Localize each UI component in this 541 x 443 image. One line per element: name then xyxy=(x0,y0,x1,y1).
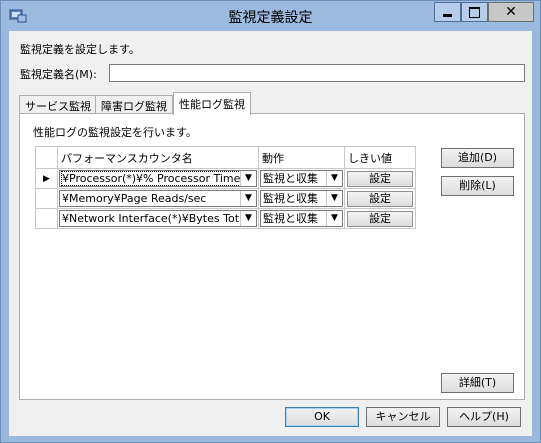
action-value: 監視と収集 xyxy=(263,212,318,225)
monitor-name-label: 監視定義名(M): xyxy=(20,68,97,81)
threshold-settings-button[interactable]: 設定 xyxy=(347,210,413,227)
current-row-arrow-icon: ▶ xyxy=(43,173,50,184)
minimize-button[interactable] xyxy=(434,2,461,22)
action-cell[interactable]: 監視と収集 ▼ xyxy=(258,168,345,189)
table-row[interactable]: ¥Memory¥Page Reads/sec ▼ 監視と収集 ▼ 設定 xyxy=(35,188,416,209)
performance-log-panel: 性能ログの監視設定を行います。 パフォーマンスカウンタ名 動作 しきい値 ▶ ¥… xyxy=(19,113,525,400)
help-button[interactable]: ヘルプ(H) xyxy=(447,407,521,427)
monitor-name-input[interactable] xyxy=(109,64,525,82)
action-cell[interactable]: 監視と収集 ▼ xyxy=(258,188,345,209)
chevron-down-icon[interactable]: ▼ xyxy=(326,171,342,186)
action-value: 監視と収集 xyxy=(263,172,318,185)
title-bar[interactable]: 監視定義設定 ✕ xyxy=(1,1,540,31)
dialog-description: 監視定義を設定します。 xyxy=(20,43,140,56)
counter-cell[interactable]: ¥Memory¥Page Reads/sec ▼ xyxy=(57,188,259,209)
chevron-down-icon[interactable]: ▼ xyxy=(240,171,256,186)
tab-failure-log-monitoring[interactable]: 障害ログ監視 xyxy=(95,95,173,114)
threshold-cell: 設定 xyxy=(344,168,416,189)
column-header-action[interactable]: 動作 xyxy=(258,146,345,169)
column-header-threshold[interactable]: しきい値 xyxy=(344,146,416,169)
tab-service-monitoring[interactable]: サービス監視 xyxy=(19,95,97,114)
maximize-icon xyxy=(469,6,480,18)
counter-grid: パフォーマンスカウンタ名 動作 しきい値 ▶ ¥Processor(*)¥% P… xyxy=(35,146,416,229)
row-header[interactable] xyxy=(35,188,58,209)
counter-combo[interactable]: ¥Memory¥Page Reads/sec ▼ xyxy=(59,190,257,207)
threshold-cell: 設定 xyxy=(344,208,416,229)
counter-combo[interactable]: ¥Network Interface(*)¥Bytes Tot... ▼ xyxy=(59,210,257,227)
maximize-button[interactable] xyxy=(461,2,488,22)
close-icon: ✕ xyxy=(505,4,517,20)
chevron-down-icon[interactable]: ▼ xyxy=(240,211,256,226)
counter-value: ¥Network Interface(*)¥Bytes Tot... xyxy=(62,212,250,225)
details-button[interactable]: 詳細(T) xyxy=(441,373,514,393)
row-header-current[interactable]: ▶ xyxy=(35,168,58,189)
action-value: 監視と収集 xyxy=(263,192,318,205)
panel-description: 性能ログの監視設定を行います。 xyxy=(33,126,197,139)
threshold-settings-button[interactable]: 設定 xyxy=(347,190,413,207)
action-combo[interactable]: 監視と収集 ▼ xyxy=(260,170,343,187)
delete-button[interactable]: 削除(L) xyxy=(441,176,514,196)
dialog-window: 監視定義設定 ✕ 監視定義を設定します。 監視定義名(M): サービス監視 障害… xyxy=(0,0,541,443)
minimize-icon xyxy=(443,14,452,17)
counter-cell[interactable]: ¥Processor(*)¥% Processor Time ▼ xyxy=(57,168,259,189)
chevron-down-icon[interactable]: ▼ xyxy=(240,191,256,206)
threshold-settings-button[interactable]: 設定 xyxy=(347,170,413,187)
add-button[interactable]: 追加(D) xyxy=(441,148,514,168)
counter-combo[interactable]: ¥Processor(*)¥% Processor Time ▼ xyxy=(59,170,257,187)
counter-value: ¥Memory¥Page Reads/sec xyxy=(62,192,207,205)
grid-header-row: パフォーマンスカウンタ名 動作 しきい値 xyxy=(35,146,416,169)
threshold-cell: 設定 xyxy=(344,188,416,209)
action-cell[interactable]: 監視と収集 ▼ xyxy=(258,208,345,229)
chevron-down-icon[interactable]: ▼ xyxy=(326,211,342,226)
ok-button[interactable]: OK xyxy=(285,407,359,427)
counter-value: ¥Processor(*)¥% Processor Time xyxy=(60,171,242,186)
counter-cell[interactable]: ¥Network Interface(*)¥Bytes Tot... ▼ xyxy=(57,208,259,229)
table-row[interactable]: ▶ ¥Processor(*)¥% Processor Time ▼ 監視と収集 xyxy=(35,168,416,189)
tab-performance-log-monitoring[interactable]: 性能ログ監視 xyxy=(173,92,251,115)
cancel-button[interactable]: キャンセル xyxy=(366,407,440,427)
row-header[interactable] xyxy=(35,208,58,229)
table-row[interactable]: ¥Network Interface(*)¥Bytes Tot... ▼ 監視と… xyxy=(35,208,416,229)
column-header-counter[interactable]: パフォーマンスカウンタ名 xyxy=(57,146,259,169)
action-combo[interactable]: 監視と収集 ▼ xyxy=(260,210,343,227)
dialog-client-area: 監視定義を設定します。 監視定義名(M): サービス監視 障害ログ監視 性能ログ… xyxy=(9,31,532,436)
action-combo[interactable]: 監視と収集 ▼ xyxy=(260,190,343,207)
grid-corner-cell xyxy=(35,146,58,169)
chevron-down-icon[interactable]: ▼ xyxy=(326,191,342,206)
close-button[interactable]: ✕ xyxy=(488,2,534,22)
